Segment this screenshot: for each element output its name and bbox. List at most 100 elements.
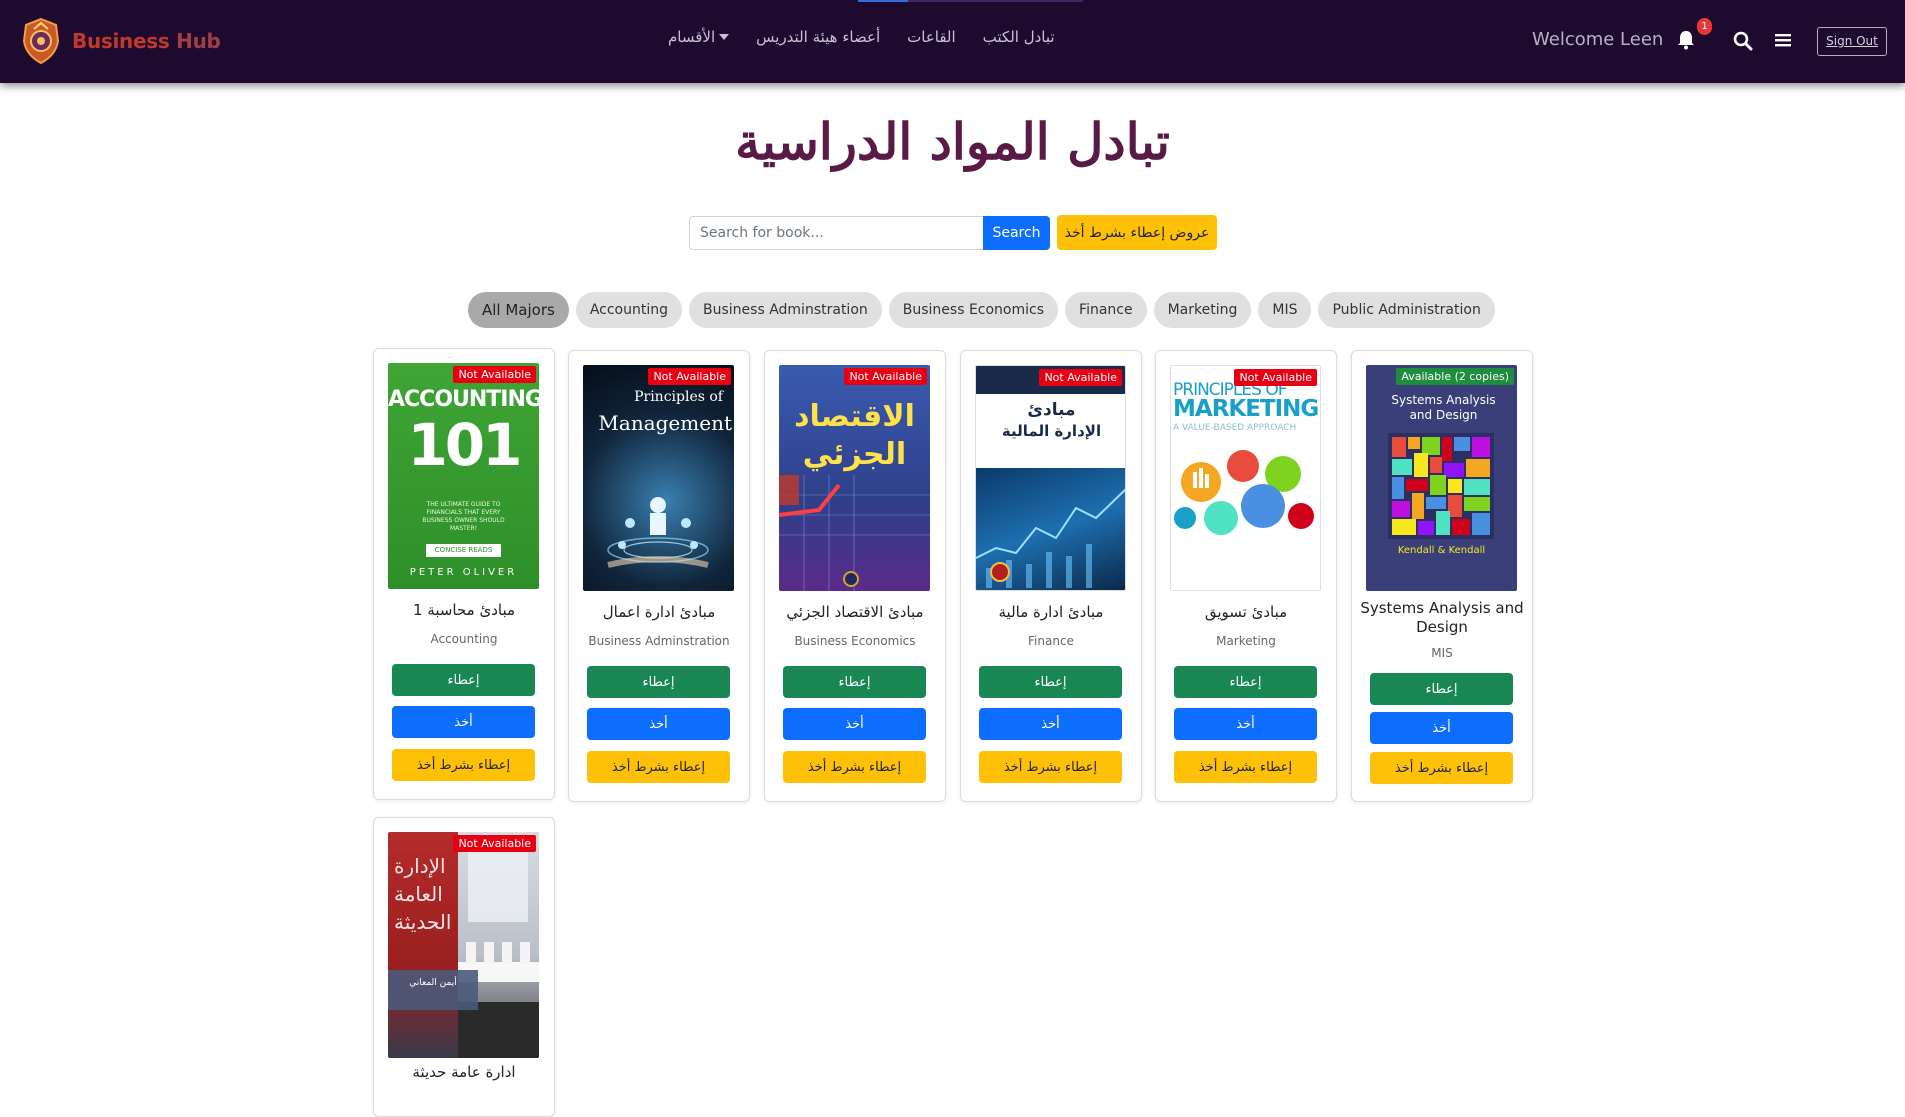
conditional-give-button[interactable]: إعطاء بشرط أخذ	[392, 749, 535, 781]
search-input[interactable]	[689, 215, 983, 250]
take-button[interactable]: أخذ	[1174, 708, 1317, 740]
cover-title-3: الحديثة	[394, 910, 452, 934]
book-card: PRINCIPLES OF MARKETING A VALUE-BASED AP…	[1155, 350, 1337, 802]
bell-icon	[1678, 31, 1694, 50]
conditional-give-button[interactable]: إعطاء بشرط أخذ	[979, 751, 1122, 783]
cover-title-main: Management	[598, 411, 732, 435]
book-card: Systems Analysis and Design Kendall & Ke…	[1351, 350, 1533, 802]
nav-link-book-exchange[interactable]: تبادل الكتب	[983, 28, 1055, 46]
major-filters: All Majors Accounting Business Adminstra…	[468, 292, 1502, 328]
notifications-button[interactable]: 1	[1677, 18, 1712, 52]
cover-chart-illustration	[976, 488, 1125, 588]
book-cover: ACCOUNTING 101 THE ULTIMATE GUIDE TO FIN…	[388, 363, 539, 589]
search-button[interactable]: Search	[983, 215, 1050, 250]
search-toggle-button[interactable]	[1733, 31, 1755, 53]
welcome-text: Welcome Leen	[1532, 29, 1664, 50]
book-major: Business Adminstration	[588, 634, 730, 648]
cover-title: الإدارة	[394, 854, 446, 878]
sign-out-button[interactable]: Sign Out	[1817, 27, 1887, 56]
notification-count-badge: 1	[1697, 18, 1712, 35]
take-button[interactable]: أخذ	[783, 708, 926, 740]
status-badge: Not Available	[1234, 369, 1317, 386]
book-major: Accounting	[430, 632, 498, 646]
give-button[interactable]: إعطاء	[783, 666, 926, 698]
give-button[interactable]: إعطاء	[587, 666, 730, 698]
book-title: مبادئ ادارة مالية	[998, 603, 1104, 621]
conditional-give-button[interactable]: إعطاء بشرط أخذ	[1174, 751, 1317, 783]
book-cover: Principles of Management Not Available	[583, 365, 734, 591]
conditional-give-button[interactable]: إعطاء بشرط أخذ	[587, 751, 730, 783]
book-card: ACCOUNTING 101 THE ULTIMATE GUIDE TO FIN…	[373, 348, 555, 800]
filter-finance[interactable]: Finance	[1065, 292, 1147, 328]
nav-link-halls[interactable]: القاعات	[907, 28, 956, 46]
cover-office-illustration	[458, 852, 539, 1058]
search-icon	[1733, 31, 1753, 51]
cover-image	[976, 468, 1125, 590]
nav-links: الأقسام أعضاء هيئة التدريس القاعات تبادل…	[668, 28, 1082, 46]
cover-tag: CONCISE READS	[426, 544, 501, 557]
book-title: مبادئ الاقتصاد الجزئي	[786, 603, 924, 621]
cover-title: Systems Analysis and Design	[1391, 393, 1496, 422]
brand[interactable]: Business Hub	[20, 16, 221, 66]
book-major: Marketing	[1216, 634, 1276, 648]
book-card: مبادئ الإدارة المالية Not Available مباد…	[960, 350, 1142, 802]
book-cover: Systems Analysis and Design Kendall & Ke…	[1366, 365, 1517, 591]
filter-business-administration[interactable]: Business Adminstration	[689, 292, 882, 328]
filter-business-economics[interactable]: Business Economics	[888, 292, 1059, 328]
conditional-offers-button[interactable]: عروض إعطاء بشرط أخذ	[1057, 215, 1217, 250]
brand-logo-icon	[22, 17, 60, 65]
take-button[interactable]: أخذ	[979, 708, 1122, 740]
give-button[interactable]: إعطاء	[1370, 673, 1513, 705]
cover-author-band	[388, 970, 478, 1010]
take-button[interactable]: أخذ	[1370, 712, 1513, 744]
top-navbar: Business Hub الأقسام أعضاء هيئة التدريس …	[0, 0, 1905, 83]
take-button[interactable]: أخذ	[587, 708, 730, 740]
give-button[interactable]: إعطاء	[1174, 666, 1317, 698]
nav-link-departments[interactable]: الأقسام	[668, 28, 730, 46]
take-button[interactable]: أخذ	[392, 706, 535, 738]
status-badge: Not Available	[1039, 369, 1122, 386]
book-major: MIS	[1431, 646, 1453, 660]
filter-marketing[interactable]: Marketing	[1153, 292, 1252, 328]
filter-accounting[interactable]: Accounting	[575, 292, 683, 328]
filter-public-administration[interactable]: Public Administration	[1318, 292, 1495, 328]
status-badge: Available (2 copies)	[1396, 368, 1514, 385]
cover-number: 101	[407, 411, 522, 479]
cover-subtitle: A VALUE-BASED APPROACH	[1173, 423, 1297, 433]
cover-title-2: العامة	[394, 882, 443, 906]
cover-office-image	[458, 832, 539, 1058]
give-button[interactable]: إعطاء	[979, 666, 1122, 698]
page-title: تبادل المواد الدراسية	[735, 112, 1170, 171]
brand-name: Business Hub	[72, 29, 221, 53]
book-title: Systems Analysis and Design	[1360, 599, 1524, 636]
book-major: Business Economics	[794, 634, 916, 648]
give-button[interactable]: إعطاء	[392, 664, 535, 696]
conditional-give-button[interactable]: إعطاء بشرط أخذ	[1370, 752, 1513, 784]
filter-mis[interactable]: MIS	[1258, 292, 1312, 328]
status-badge: Not Available	[453, 835, 536, 852]
cover-subtitle: THE ULTIMATE GUIDE TO FINANCIALS THAT EV…	[422, 501, 505, 532]
book-cover: الاقتصاد الجزئي Not Available	[779, 365, 930, 591]
cover-author: أيمن المعاني	[409, 978, 457, 988]
menu-button[interactable]	[1774, 31, 1796, 53]
cover-title: الاقتصاد	[794, 399, 915, 434]
status-badge: Not Available	[453, 366, 536, 383]
filter-all-majors[interactable]: All Majors	[468, 292, 569, 328]
cover-illustration	[1174, 450, 1314, 535]
book-major: Finance	[1028, 634, 1074, 648]
book-cover: PRINCIPLES OF MARKETING A VALUE-BASED AP…	[1170, 365, 1321, 591]
book-card: Principles of Management Not Available م…	[568, 350, 750, 802]
book-title: مبادئ تسويق	[1204, 603, 1288, 621]
nav-link-faculty[interactable]: أعضاء هيئة التدريس	[756, 28, 880, 46]
cover-title-2: الإدارة المالية	[1001, 422, 1102, 440]
cover-title: ACCOUNTING	[388, 387, 539, 412]
book-cover: مبادئ الإدارة المالية Not Available	[975, 365, 1126, 591]
conditional-give-button[interactable]: إعطاء بشرط أخذ	[783, 751, 926, 783]
cover-illustration	[779, 475, 930, 591]
search-bar: Search عروض إعطاء بشرط أخذ	[689, 215, 1217, 250]
nav-link-departments-label: الأقسام	[668, 28, 716, 46]
book-card: الإدارة العامة الحديثة أيمن المعاني Not …	[373, 817, 555, 1117]
cover-illustration	[607, 497, 709, 568]
cover-illustration	[1388, 433, 1494, 539]
cover-author: PETER OLIVER	[409, 567, 518, 578]
